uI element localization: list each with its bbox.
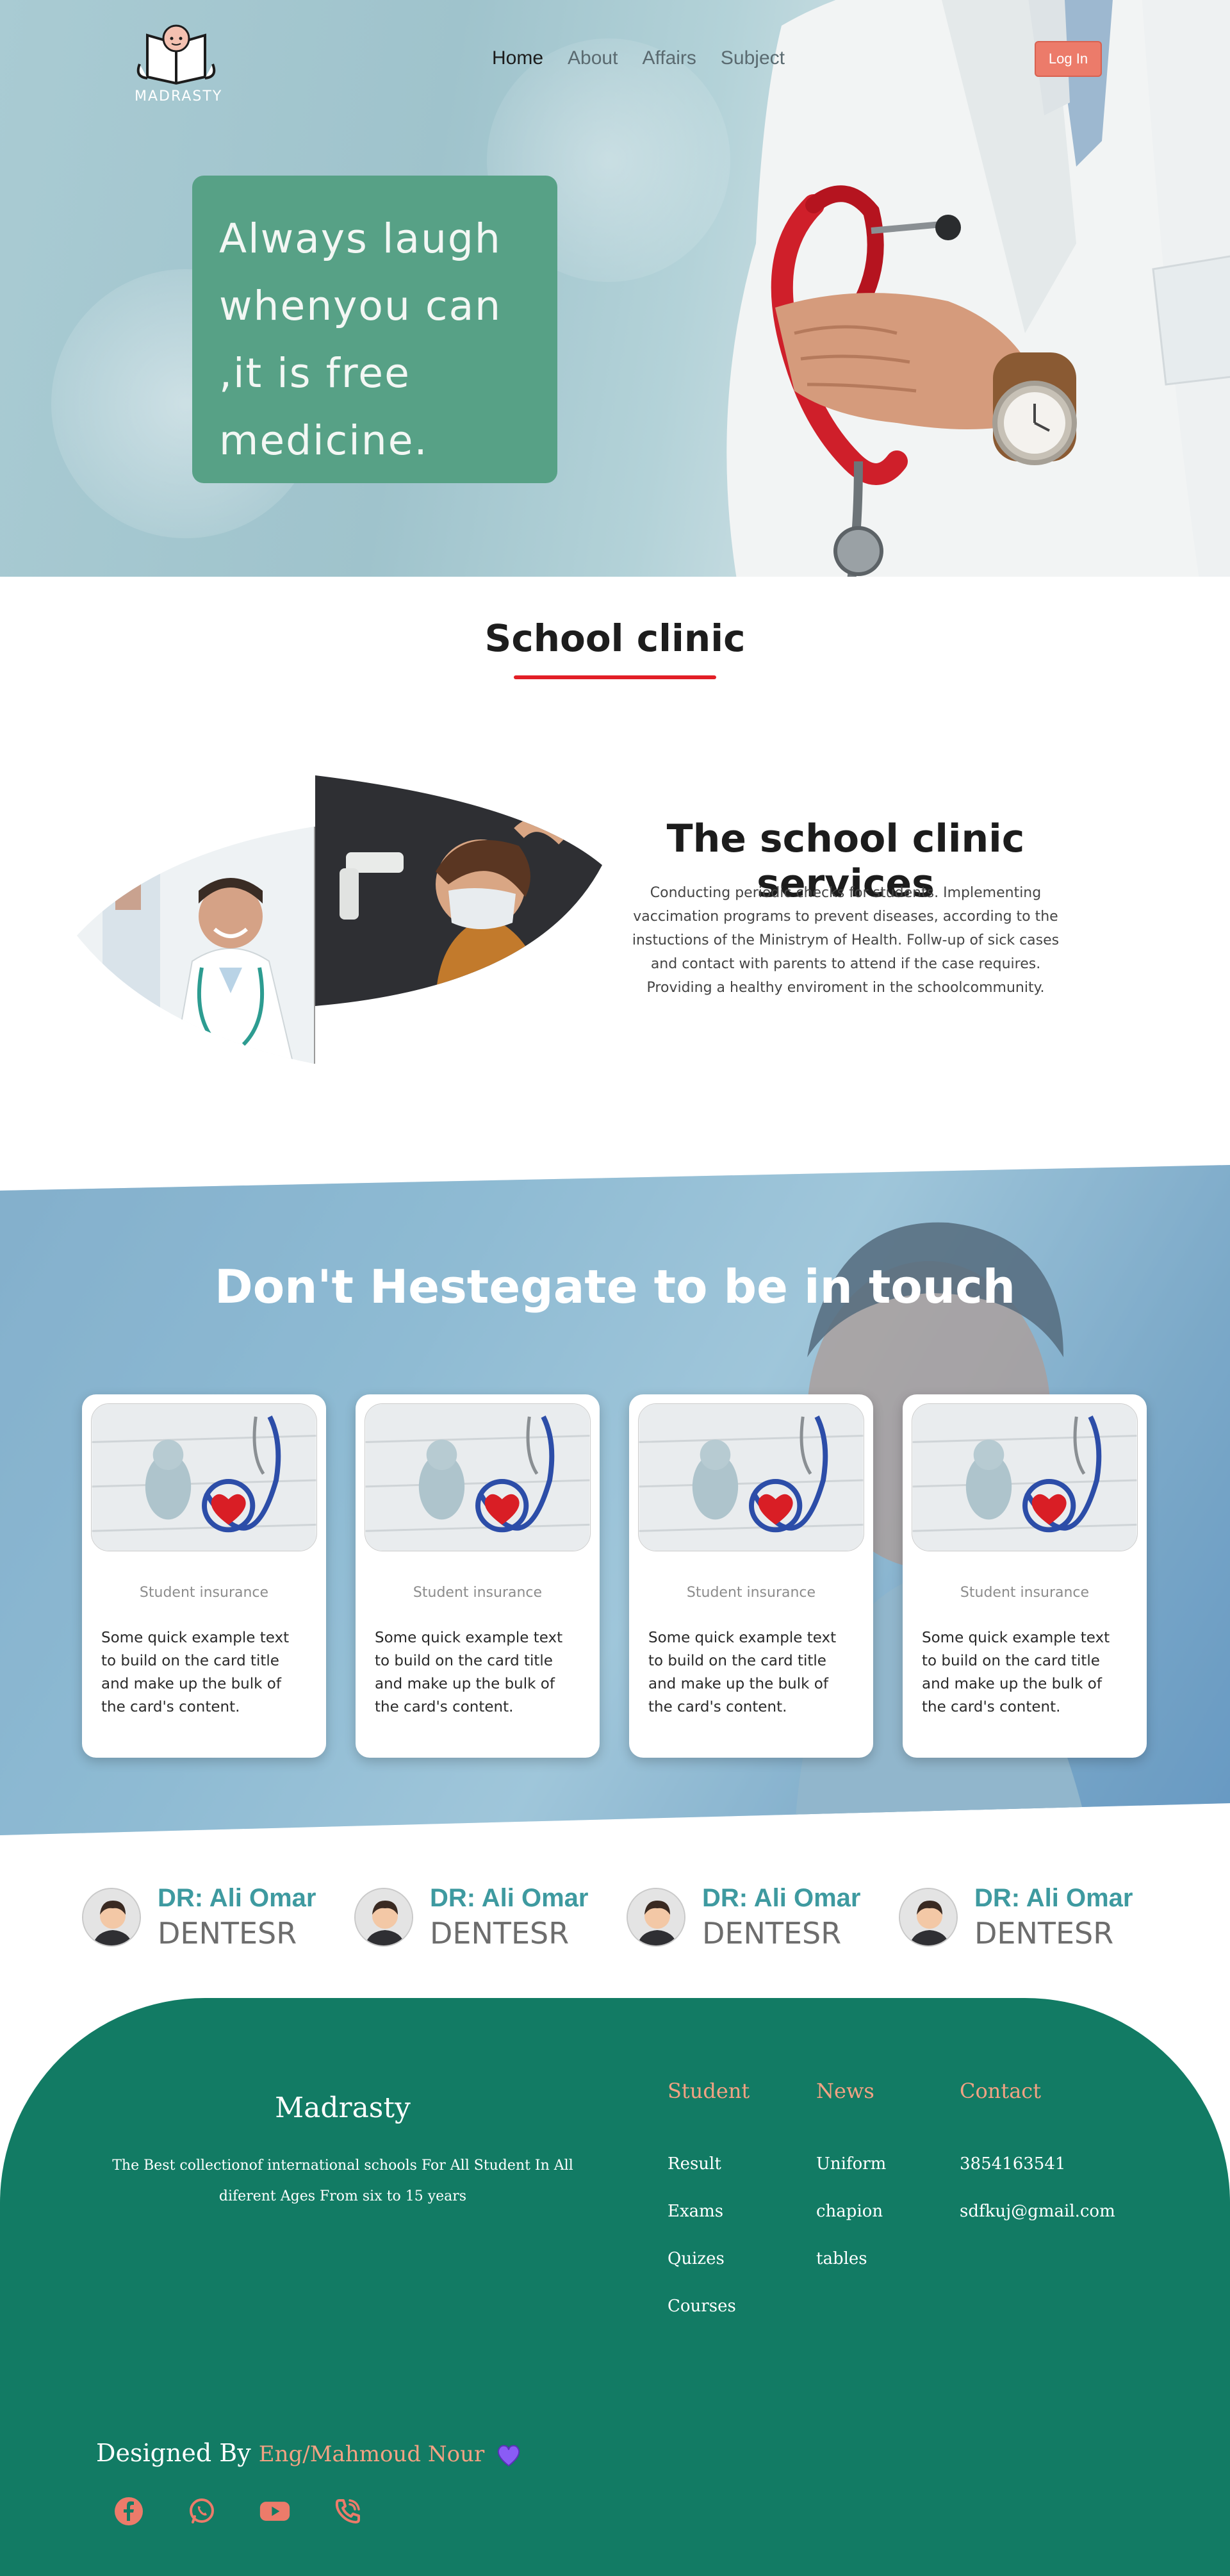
avatar [899, 1888, 958, 1947]
hero-section: MADRASTY Home About Affairs Subject Log … [0, 0, 1230, 577]
doctor-item[interactable]: DR: Ali Omar DENTESR [627, 1884, 899, 1954]
footer-link[interactable]: Uniform [816, 2154, 886, 2202]
designed-by: Designed By Eng/Mahmoud Nour [96, 2439, 521, 2467]
logo-text: MADRASTY [135, 88, 223, 104]
footer-phone[interactable]: 3854163541 [960, 2154, 1115, 2202]
insurance-card[interactable]: Student insurance Some quick example tex… [903, 1394, 1147, 1758]
footer-column-news: News Uniform chapion tables [816, 2079, 886, 2297]
footer-link[interactable]: Quizes [668, 2249, 750, 2297]
footer-column-student: Student Result Exams Quizes Courses [668, 2079, 750, 2344]
doctor-item[interactable]: DR: Ali Omar DENTESR [354, 1884, 627, 1954]
login-button[interactable]: Log In [1035, 41, 1102, 77]
doctor-role: DENTESR [702, 1916, 842, 1951]
insurance-card[interactable]: Student insurance Some quick example tex… [82, 1394, 326, 1758]
doctor-name: DR: Ali Omar [974, 1884, 1133, 1912]
contact-section: Don't Hestegate to be in touch Student i… [0, 1165, 1230, 1835]
footer-column-title: News [816, 2079, 874, 2103]
designer-name[interactable]: Eng/Mahmoud Nour [259, 2441, 484, 2467]
nav-link-home[interactable]: Home [492, 47, 543, 69]
stethoscope-heart-image [912, 1404, 1137, 1551]
heart-icon [498, 2445, 520, 2466]
footer-link[interactable]: Exams [668, 2202, 750, 2249]
doctor-item[interactable]: DR: Ali Omar DENTESR [899, 1884, 1171, 1954]
card-text: Some quick example text to build on the … [101, 1630, 290, 1715]
whatsapp-icon[interactable] [186, 2495, 218, 2527]
avatar [354, 1888, 413, 1947]
title-underline [514, 675, 716, 679]
footer: Madrasty The Best collectionof internati… [0, 1998, 1230, 2576]
hero-quote-line: Always laugh [219, 215, 502, 262]
doctor-name: DR: Ali Omar [430, 1884, 589, 1912]
designed-by-prefix: Designed By [96, 2439, 251, 2467]
hero-quote-line: whenyou can [219, 283, 502, 329]
cards-row: Student insurance Some quick example tex… [82, 1394, 1149, 1758]
avatar [82, 1888, 141, 1947]
hero-quote-line: medicine. [219, 417, 429, 464]
card-image [365, 1403, 591, 1551]
doctor-name: DR: Ali Omar [158, 1884, 316, 1912]
card-image [912, 1403, 1138, 1551]
doctor-photo [77, 827, 314, 1064]
clinic-description: Conducting periodic checks for students.… [632, 885, 1060, 996]
footer-description: The Best collectionof international scho… [112, 2158, 573, 2204]
doctor-avatar-icon [83, 1889, 140, 1945]
book-logo-icon [136, 24, 216, 85]
madrasty-logo[interactable]: MADRASTY [135, 19, 223, 109]
footer-link[interactable]: tables [816, 2249, 886, 2297]
phone-icon[interactable] [332, 2495, 364, 2527]
footer-column-title: Student [668, 2079, 750, 2103]
insurance-card[interactable]: Student insurance Some quick example tex… [356, 1394, 600, 1758]
footer-link[interactable]: Result [668, 2154, 750, 2202]
card-text: Some quick example text to build on the … [375, 1630, 563, 1715]
card-text: Some quick example text to build on the … [648, 1630, 837, 1715]
stethoscope-heart-image [365, 1404, 590, 1551]
touch-title: Don't Hestegate to be in touch [214, 1260, 1016, 1314]
avatar [627, 1888, 685, 1947]
card-subtitle: Student insurance [139, 1585, 269, 1601]
clinic-images [77, 775, 602, 1064]
footer-brand: Madrasty [275, 2092, 411, 2124]
doctors-row: DR: Ali Omar DENTESR DR: Ali Omar DENTES… [82, 1884, 1171, 1954]
footer-link[interactable]: Courses [668, 2297, 750, 2344]
card-subtitle: Student insurance [960, 1585, 1090, 1601]
student-temperature-photo [315, 775, 602, 1006]
card-image [91, 1403, 317, 1551]
doctor-name: DR: Ali Omar [702, 1884, 861, 1912]
footer-column-contact: Contact 3854163541 sdfkuj@gmail.com [960, 2079, 1115, 2249]
doctor-item[interactable]: DR: Ali Omar DENTESR [82, 1884, 354, 1954]
footer-link[interactable]: chapion [816, 2202, 886, 2249]
doctor-avatar-icon [356, 1889, 412, 1945]
doctor-role: DENTESR [158, 1916, 297, 1951]
card-subtitle: Student insurance [413, 1585, 543, 1601]
nav-link-affairs[interactable]: Affairs [642, 47, 696, 69]
section-title: School clinic [484, 616, 746, 660]
facebook-icon[interactable] [113, 2495, 145, 2527]
nav-link-about[interactable]: About [568, 47, 618, 69]
doctor-hero-image [726, 0, 1230, 577]
main-navigation: Home About Affairs Subject [492, 47, 785, 69]
social-links [113, 2495, 364, 2527]
doctor-role: DENTESR [430, 1916, 570, 1951]
nav-link-subject[interactable]: Subject [721, 47, 785, 69]
insurance-card[interactable]: Student insurance Some quick example tex… [629, 1394, 873, 1758]
footer-column-title: Contact [960, 2079, 1042, 2103]
doctor-role: DENTESR [974, 1916, 1114, 1951]
card-text: Some quick example text to build on the … [922, 1630, 1110, 1715]
doctor-avatar-icon [900, 1889, 956, 1945]
hero-quote-box: Always laugh whenyou can ,it is free med… [192, 176, 557, 483]
doctor-avatar-icon [628, 1889, 684, 1945]
stethoscope-heart-image [639, 1404, 864, 1551]
footer-email[interactable]: sdfkuj@gmail.com [960, 2202, 1115, 2249]
stethoscope-heart-image [92, 1404, 316, 1551]
hero-quote-line: ,it is free [219, 350, 411, 397]
card-subtitle: Student insurance [686, 1585, 816, 1601]
card-image [638, 1403, 864, 1551]
youtube-icon[interactable] [259, 2495, 291, 2527]
